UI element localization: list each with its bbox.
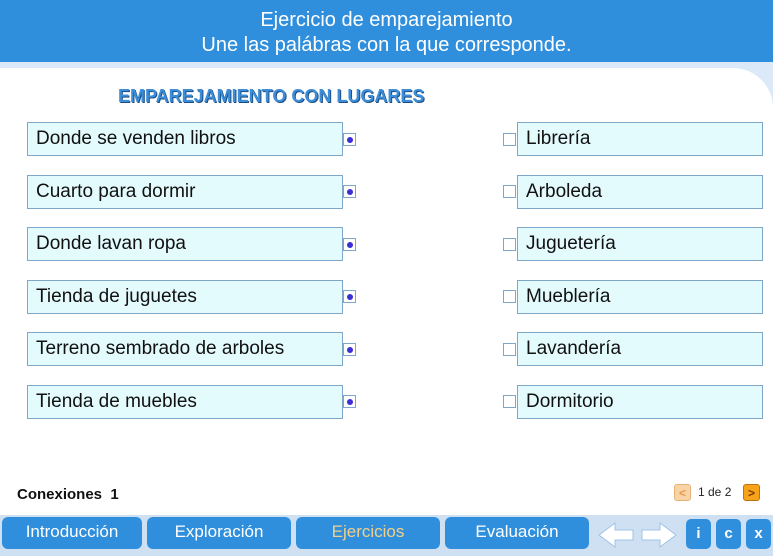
right-connector[interactable] xyxy=(503,290,516,303)
tab-introduccion[interactable]: Introducción xyxy=(2,517,142,549)
header-bar: Ejercicio de emparejamiento Une las palá… xyxy=(0,0,773,62)
right-item[interactable]: Lavandería xyxy=(517,332,763,366)
exercise-title: Ejercicio de emparejamiento xyxy=(260,9,513,31)
tab-exploracion[interactable]: Exploración xyxy=(147,517,291,549)
right-connector[interactable] xyxy=(503,185,516,198)
left-connector[interactable] xyxy=(343,290,356,303)
left-connector[interactable] xyxy=(343,133,356,146)
info-button[interactable]: i xyxy=(686,519,711,549)
right-item[interactable]: Mueblería xyxy=(517,280,763,314)
close-button[interactable]: x xyxy=(746,519,771,549)
right-connector[interactable] xyxy=(503,133,516,146)
page-indicator: 1 de 2 xyxy=(698,485,732,499)
right-item[interactable]: Arboleda xyxy=(517,175,763,209)
section-title: EMPAREJAMIENTO CON LUGARES xyxy=(118,86,425,106)
left-item[interactable]: Donde se venden libros xyxy=(27,122,343,156)
right-item[interactable]: Dormitorio xyxy=(517,385,763,419)
exercise-instructions: Une las palábras con la que corresponde. xyxy=(201,34,572,56)
connections-value: 1 xyxy=(110,486,119,503)
credits-button[interactable]: c xyxy=(716,519,741,549)
left-item[interactable]: Tienda de juguetes xyxy=(27,280,343,314)
right-connector[interactable] xyxy=(503,395,516,408)
left-item[interactable]: Terreno sembrado de arboles xyxy=(27,332,343,366)
tab-evaluacion[interactable]: Evaluación xyxy=(445,517,589,549)
right-item[interactable]: Librería xyxy=(517,122,763,156)
right-item[interactable]: Juguetería xyxy=(517,227,763,261)
left-connector[interactable] xyxy=(343,395,356,408)
left-item[interactable]: Tienda de muebles xyxy=(27,385,343,419)
back-arrow-icon[interactable] xyxy=(597,520,635,550)
connections-label: Conexiones xyxy=(17,486,103,503)
tab-ejercicios[interactable]: Ejercicios xyxy=(296,517,440,549)
left-connector[interactable] xyxy=(343,238,356,251)
prev-page-button[interactable]: < xyxy=(674,484,691,501)
right-connector[interactable] xyxy=(503,238,516,251)
right-connector[interactable] xyxy=(503,343,516,356)
connections-counter: Conexiones 1 xyxy=(17,486,119,503)
left-connector[interactable] xyxy=(343,343,356,356)
left-connector[interactable] xyxy=(343,185,356,198)
left-item[interactable]: Cuarto para dormir xyxy=(27,175,343,209)
forward-arrow-icon[interactable] xyxy=(640,520,678,550)
next-page-button[interactable]: > xyxy=(743,484,760,501)
left-item[interactable]: Donde lavan ropa xyxy=(27,227,343,261)
